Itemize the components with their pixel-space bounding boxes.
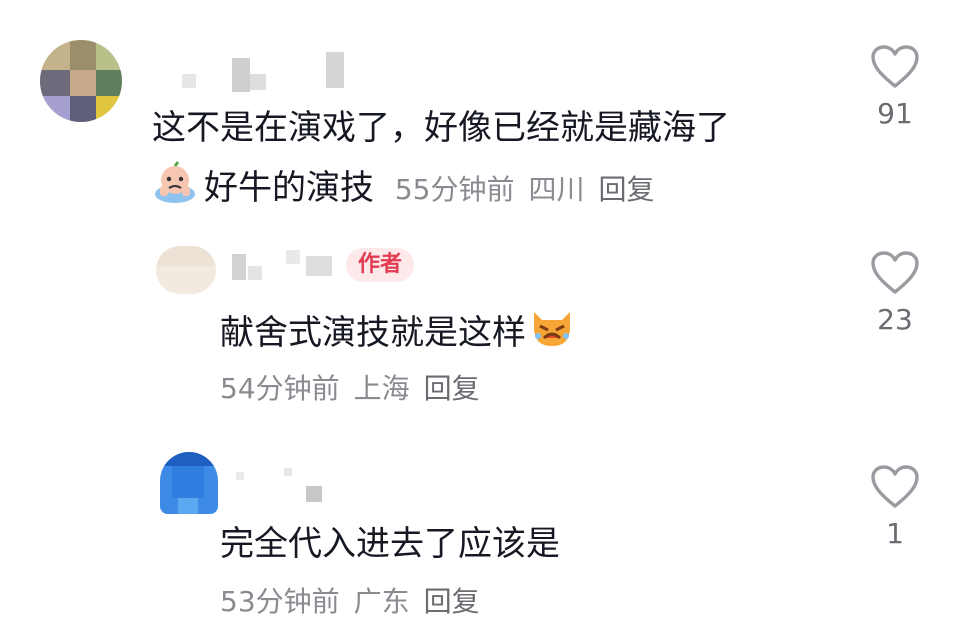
comment-time: 55分钟前	[394, 173, 515, 206]
comment-text-tail: 好牛的演技	[204, 168, 374, 208]
avatar[interactable]	[40, 40, 122, 122]
comment-text: 献舍式演技就是这样	[220, 306, 576, 363]
heart-outline-icon[interactable]	[870, 464, 920, 510]
comment-time: 53分钟前	[220, 585, 340, 618]
like-count: 1	[886, 517, 904, 550]
reply-button[interactable]: 回复	[598, 173, 654, 206]
comment-location: 广东	[353, 585, 410, 618]
like-count: 91	[877, 97, 913, 130]
crying-face-icon	[152, 160, 198, 219]
comment-text: 完全代入进去了应该是	[220, 524, 560, 564]
heart-outline-icon[interactable]	[870, 250, 920, 296]
comment-text-body: 献舍式演技就是这样	[220, 313, 526, 353]
comment-meta: 53分钟前 广东 回复	[220, 584, 494, 620]
comment-location: 上海	[353, 372, 410, 405]
reply-button[interactable]: 回复	[424, 372, 480, 405]
like-count: 23	[877, 303, 913, 336]
comment-text-line2: 好牛的演技 55分钟前 四川 回复	[152, 160, 668, 219]
author-badge: 作者	[346, 248, 415, 282]
comment-meta: 54分钟前 上海 回复	[220, 371, 494, 407]
comment-meta: 55分钟前 四川 回复	[395, 173, 669, 206]
like-button[interactable]: 91	[860, 44, 930, 132]
like-button[interactable]: 23	[860, 250, 930, 338]
avatar[interactable]	[160, 452, 218, 514]
heart-outline-icon[interactable]	[870, 44, 920, 90]
reply-button[interactable]: 回复	[424, 585, 480, 618]
comment-time: 54分钟前	[220, 372, 340, 405]
comment-text: 这不是在演戏了，好像已经就是藏海了	[152, 108, 730, 148]
comment-location: 四川	[528, 173, 585, 206]
like-button[interactable]: 1	[860, 464, 930, 552]
avatar[interactable]	[156, 246, 216, 294]
crying-cat-icon	[528, 306, 576, 363]
